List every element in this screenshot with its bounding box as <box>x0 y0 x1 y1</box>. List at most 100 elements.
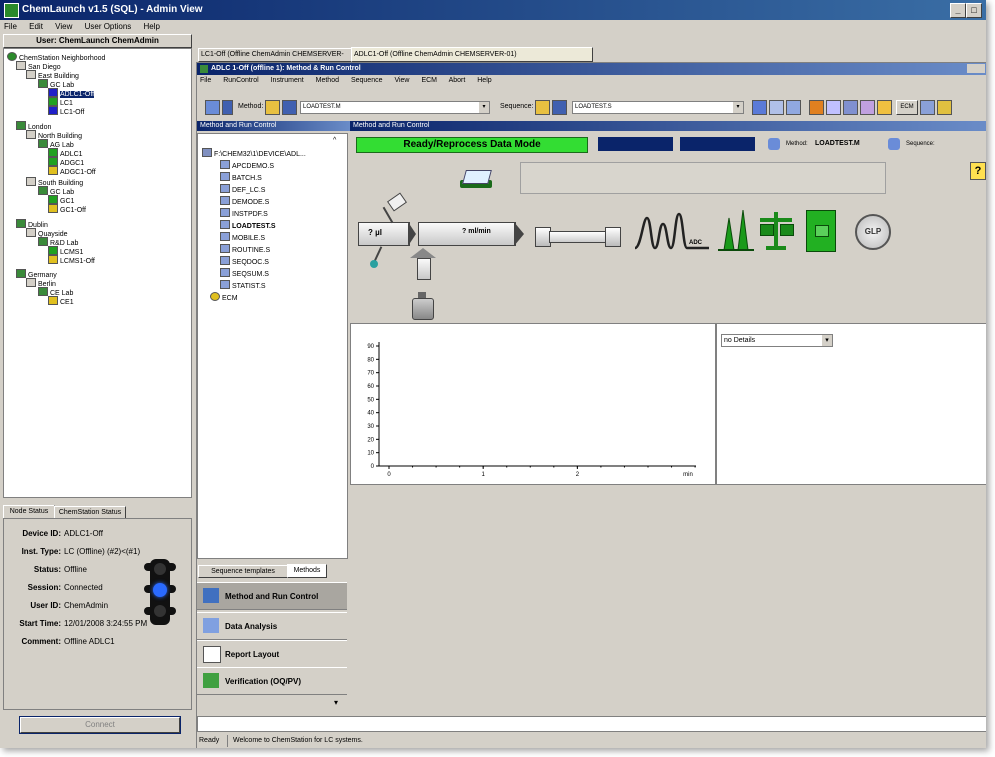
inner-menu-ecm[interactable]: ECM <box>421 77 437 84</box>
toolbar-preview-icon[interactable] <box>826 100 841 115</box>
file-tree-item[interactable]: DEMODE.S <box>220 196 269 207</box>
data-peaks-icon[interactable] <box>718 208 754 252</box>
lab-icon <box>38 237 48 246</box>
file-tree-ecm[interactable]: ECM <box>210 292 238 303</box>
inner-window-controls[interactable] <box>967 64 985 73</box>
y-tick-label: 0 <box>371 464 375 470</box>
file-tree-item[interactable]: STATIST.S <box>220 280 266 291</box>
toolbar-print-icon[interactable] <box>843 100 858 115</box>
detector-signal-icon[interactable]: ADC <box>633 210 711 252</box>
sequence-select[interactable]: LOADTEST.S ▾ <box>572 101 744 114</box>
file-tree-item[interactable]: BATCH.S <box>220 172 262 183</box>
inner-menu-sequence[interactable]: Sequence <box>351 77 383 84</box>
details-select[interactable]: no Details ▾ <box>721 334 833 347</box>
user-label: User: ChemLaunch ChemAdmin <box>36 36 159 45</box>
status-method-value: LOADTEST.M <box>815 140 860 147</box>
chevron-down-icon: ▾ <box>733 102 743 113</box>
toolbar-report-icon[interactable] <box>809 100 824 115</box>
toolbar-check-icon[interactable] <box>860 100 875 115</box>
tab-adlc1-off[interactable]: ADLC1-Off (Offline ChemAdmin CHEMSERVER-… <box>351 47 593 62</box>
sample-book-icon[interactable] <box>460 168 492 190</box>
tree-node[interactable]: CE1 <box>48 296 74 307</box>
menu-file[interactable]: File <box>4 22 17 31</box>
balance-icon[interactable] <box>760 212 794 250</box>
building-icon <box>26 177 36 186</box>
start-time-value: 12/01/2008 3:24:55 PM <box>64 619 148 628</box>
workspace-empty-area <box>350 486 986 711</box>
nav-expand-icon[interactable]: ▾ <box>334 698 338 707</box>
window-title: ChemLaunch v1.5 (SQL) - Admin View <box>22 4 203 15</box>
tree-node[interactable]: LCMS1-Off <box>48 255 95 266</box>
toolbar-table-icon[interactable] <box>786 100 801 115</box>
menu-user-options[interactable]: User Options <box>85 22 132 31</box>
sequence-file-icon <box>220 232 230 241</box>
tree-node[interactable]: GC1-Off <box>48 204 86 215</box>
nav-data-analysis[interactable]: Data Analysis <box>197 612 347 640</box>
tab-sequence-templates[interactable]: Sequence templates <box>198 565 288 578</box>
inner-menu-abort[interactable]: Abort <box>449 77 466 84</box>
file-tree-item[interactable]: ROUTINE.S <box>220 244 270 255</box>
toolbar-save-method-icon[interactable] <box>282 100 297 115</box>
method-select[interactable]: LOADTEST.M ▾ <box>300 101 490 114</box>
toolbar-extra-icon[interactable] <box>937 100 952 115</box>
nav-verification[interactable]: Verification (OQ/PV) <box>197 667 347 695</box>
toolbar-sample-icon[interactable] <box>222 100 233 115</box>
report-document-icon[interactable] <box>806 210 836 252</box>
toolbar-open-method-icon[interactable] <box>265 100 280 115</box>
toolbar-run-icon[interactable] <box>752 100 767 115</box>
inner-menu-runcontrol[interactable]: RunControl <box>223 77 258 84</box>
region-icon <box>16 269 26 278</box>
tab-methods[interactable]: Methods <box>287 564 327 578</box>
menu-help[interactable]: Help <box>144 22 160 31</box>
file-tree-item[interactable]: LOADTEST.S <box>220 220 276 231</box>
connect-button[interactable]: Connect <box>19 716 181 734</box>
pump-flow-label: ? ml/min <box>462 228 491 235</box>
toolbar-save-sequence-icon[interactable] <box>552 100 567 115</box>
pump-icon[interactable]: ? ml/min <box>418 222 528 246</box>
help-icon[interactable]: ? <box>970 162 986 180</box>
inner-menu-help[interactable]: Help <box>477 77 491 84</box>
toolbar-hand-icon[interactable] <box>877 100 892 115</box>
column-icon[interactable] <box>535 225 621 247</box>
file-tree-item[interactable]: APCDEMO.S <box>220 160 274 171</box>
file-tree-root[interactable]: F:\CHEM32\1\DEVICE\ADL... <box>202 148 306 159</box>
minimize-button[interactable]: _ <box>950 3 966 18</box>
command-line-input[interactable] <box>197 716 986 732</box>
nav-method-and-run-control[interactable]: Method and Run Control <box>197 582 347 610</box>
file-tree-item[interactable]: INSTPDF.S <box>220 208 268 219</box>
status-indicator-1 <box>598 137 673 151</box>
tab-lc1-off[interactable]: LC1-Off (Offline ChemAdmin CHEMSERVER-01… <box>198 48 352 70</box>
sequence-file-icon <box>220 280 230 289</box>
tree-node[interactable]: LC1-Off <box>48 106 84 117</box>
instrument-icon <box>203 588 219 603</box>
toolbar-ecm-button[interactable]: ECM <box>896 100 918 115</box>
glp-icon[interactable]: GLP <box>855 214 891 250</box>
tree-node[interactable]: ADGC1-Off <box>48 166 96 177</box>
inner-menu-view[interactable]: View <box>394 77 409 84</box>
file-tree-item[interactable]: DEF_LC.S <box>220 184 265 195</box>
inner-menu-file[interactable]: File <box>200 77 211 84</box>
menu-view[interactable]: View <box>55 22 72 31</box>
menu-edit[interactable]: Edit <box>29 22 43 31</box>
inner-menu-instrument[interactable]: Instrument <box>271 77 304 84</box>
file-tree-item[interactable]: MOBILE.S <box>220 232 265 243</box>
toolbar-view-icon[interactable] <box>769 100 784 115</box>
instrument-icon <box>48 157 58 166</box>
title-bar: ChemLaunch v1.5 (SQL) - Admin View _ □ <box>0 0 986 20</box>
chevron-down-icon: ▾ <box>822 335 832 346</box>
file-tree-item[interactable]: SEQSUM.S <box>220 268 269 279</box>
inner-menu-method[interactable]: Method <box>316 77 339 84</box>
solvent-bottle-icon[interactable] <box>412 292 434 320</box>
building-icon <box>26 70 36 79</box>
instrument-icon <box>48 296 58 305</box>
nav-report-layout[interactable]: Report Layout <box>197 640 347 668</box>
tab-node-status[interactable]: Node Status <box>3 505 55 519</box>
toolbar-open-sequence-icon[interactable] <box>535 100 550 115</box>
file-tree-item[interactable]: SEQDOC.S <box>220 256 269 267</box>
scroll-up-icon[interactable]: ^ <box>333 136 336 145</box>
injector-icon[interactable]: ? µl <box>358 222 416 246</box>
toolbar-instrument-icon[interactable] <box>205 100 220 115</box>
maximize-button[interactable]: □ <box>966 3 982 18</box>
traffic-light-icon <box>144 559 176 625</box>
toolbar-settings-icon[interactable] <box>920 100 935 115</box>
